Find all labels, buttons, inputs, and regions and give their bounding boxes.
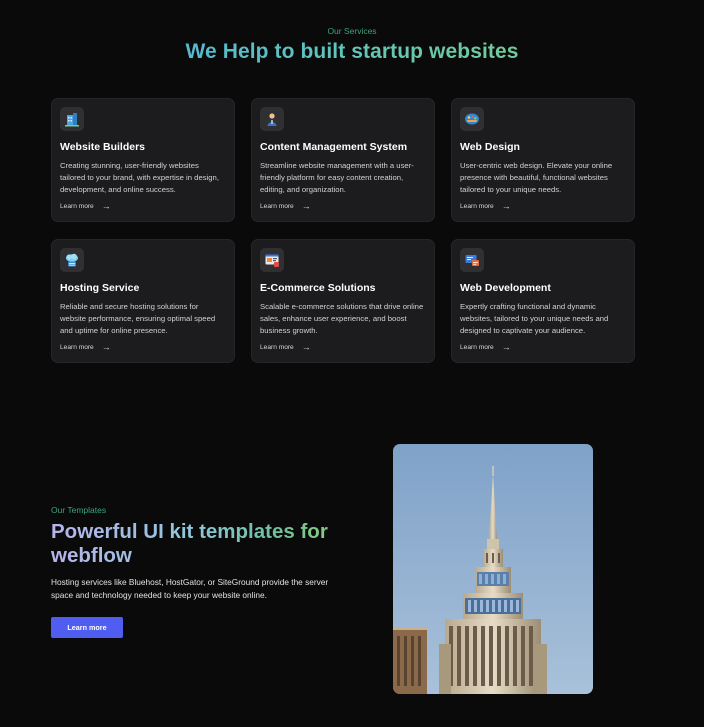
- card-title: Web Design: [460, 141, 520, 153]
- card-description: User-centric web design. Elevate your on…: [460, 161, 613, 194]
- learn-more-link[interactable]: Learn more →: [460, 343, 511, 352]
- card-description: Expertly crafting functional and dynamic…: [460, 302, 609, 335]
- templates-learn-more-button[interactable]: Learn more: [51, 617, 123, 638]
- arrow-right-icon: →: [301, 201, 311, 211]
- templates-eyebrow: Our Templates: [51, 505, 107, 515]
- templates-title: Powerful UI kit templates for webflow: [51, 520, 371, 568]
- learn-more-label: Learn more: [260, 344, 294, 351]
- skyscraper-image: [393, 444, 593, 694]
- arrow-right-icon: →: [101, 342, 111, 352]
- learn-more-label: Learn more: [60, 203, 94, 210]
- card-description: Reliable and secure hosting solutions fo…: [60, 302, 216, 335]
- service-card-web-development: Web Development Expertly crafting functi…: [451, 239, 635, 363]
- card-title: Content Management System: [260, 141, 408, 153]
- card-title: Web Development: [460, 282, 551, 294]
- learn-more-link[interactable]: Learn more →: [260, 202, 311, 211]
- service-card-ecommerce: E-Commerce Solutions Scalable e-commerce…: [251, 239, 435, 363]
- templates-description: Hosting services like Bluehost, HostGato…: [51, 577, 329, 600]
- learn-more-label: Learn more: [460, 203, 494, 210]
- page: Our Services We Help to built startup we…: [0, 0, 704, 727]
- learn-more-link[interactable]: Learn more →: [60, 202, 111, 211]
- person-icon: [260, 107, 284, 131]
- arrow-right-icon: →: [101, 201, 111, 211]
- service-card-cms: Content Management System Streamline web…: [251, 98, 435, 222]
- card-title: E-Commerce Solutions: [260, 282, 376, 294]
- palette-icon: [460, 107, 484, 131]
- learn-more-label: Learn more: [460, 344, 494, 351]
- services-eyebrow: Our Services: [327, 26, 377, 36]
- service-card-web-design: Web Design User-centric web design. Elev…: [451, 98, 635, 222]
- card-title: Website Builders: [60, 141, 145, 153]
- card-description: Streamline website management with a use…: [260, 161, 414, 194]
- learn-more-link[interactable]: Learn more →: [460, 202, 511, 211]
- learn-more-label: Learn more: [260, 203, 294, 210]
- arrow-right-icon: →: [501, 201, 511, 211]
- arrow-right-icon: →: [501, 342, 511, 352]
- card-title: Hosting Service: [60, 282, 140, 294]
- building-icon: [60, 107, 84, 131]
- learn-more-link[interactable]: Learn more →: [60, 343, 111, 352]
- learn-more-link[interactable]: Learn more →: [260, 343, 311, 352]
- service-card-hosting: Hosting Service Reliable and secure host…: [51, 239, 235, 363]
- learn-more-label: Learn more: [60, 344, 94, 351]
- service-card-website-builders: Website Builders Creating stunning, user…: [51, 98, 235, 222]
- services-grid: Website Builders Creating stunning, user…: [51, 98, 635, 363]
- card-description: Creating stunning, user-friendly website…: [60, 161, 219, 194]
- code-window-icon: [460, 248, 484, 272]
- card-description: Scalable e-commerce solutions that drive…: [260, 302, 424, 335]
- arrow-right-icon: →: [301, 342, 311, 352]
- services-title: We Help to built startup websites: [0, 40, 704, 64]
- storefront-icon: [260, 248, 284, 272]
- cloud-server-icon: [60, 248, 84, 272]
